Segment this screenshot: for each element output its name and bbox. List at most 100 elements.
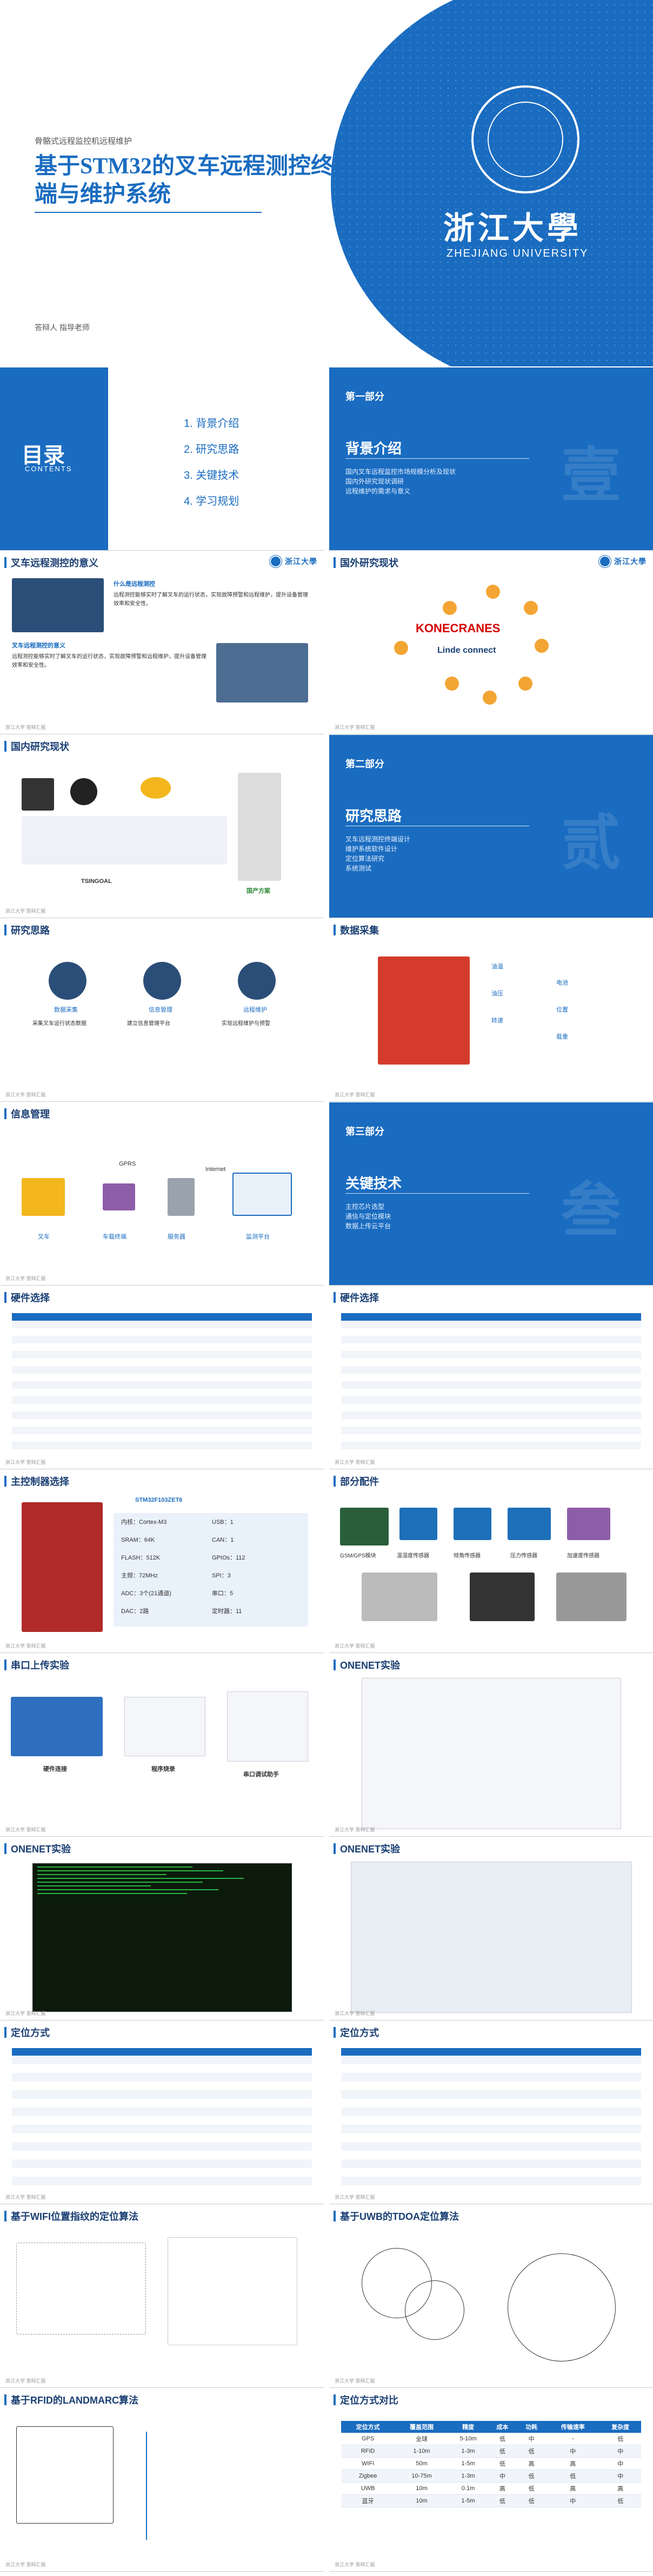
factory-photo <box>216 643 308 702</box>
table-cell: 低 <box>488 2494 517 2507</box>
body-text: 远程测控能够实时了解叉车的运行状态，实现故障预警和远程维护，提升设备管理效率和安… <box>114 592 308 607</box>
table-cell: Zigbee <box>341 2470 395 2483</box>
table-cell: 5-10m <box>448 2433 488 2445</box>
footer: 浙江大学 答辩汇报 <box>5 725 46 730</box>
part-item: 国内叉车远程监控市场规模分析及现状 <box>345 468 456 476</box>
cover-subtitle: 骨骼式远程监控机远程维护 <box>35 137 132 146</box>
university-seal-icon <box>471 85 579 193</box>
location-table <box>341 2048 641 2192</box>
table-cell: 蓝牙 <box>341 2494 395 2507</box>
device-photo <box>22 778 54 811</box>
table-cell: 高 <box>546 2457 600 2470</box>
table-cell: 中 <box>517 2433 547 2445</box>
sensor-label: 转速 <box>491 1018 503 1024</box>
part-label: 压力传感器 <box>510 1553 537 1559</box>
table-cell: 低 <box>599 2494 641 2507</box>
part-title: 研究思路 <box>345 808 402 824</box>
footer: 浙江大学 答辩汇报 <box>5 2011 46 2016</box>
sensor-photo <box>556 1573 627 1621</box>
part-item: 定位算法研究 <box>345 855 385 862</box>
idea-heading: 信息管理 <box>149 1007 172 1013</box>
table-header: 传输速率 <box>546 2421 600 2433</box>
part-item: 系统测试 <box>345 865 372 872</box>
spec-item: CAN：1 <box>212 1537 234 1543</box>
table-cell: 低 <box>488 2445 517 2458</box>
part-item: 叉车远程测控终端设计 <box>345 835 411 843</box>
table-cell: 1-5m <box>448 2494 488 2507</box>
footer: 浙江大学 答辩汇报 <box>335 1643 375 1649</box>
landmarc-grid-diagram <box>16 2426 114 2524</box>
table-cell: 高 <box>517 2457 547 2470</box>
hw1-slide: 硬件选择 浙江大学 答辩汇报 <box>0 1286 324 1469</box>
table-row: WIFI 50m 1-5m 低高高中 <box>341 2457 641 2470</box>
forklift-icon <box>22 1178 65 1216</box>
rfid-slide: 基于RFID的LANDMARC算法 浙江大学 答辩汇报 <box>0 2388 324 2572</box>
server-icon <box>168 1178 195 1216</box>
table-cell: 1-3m <box>448 2445 488 2458</box>
part-item: 通信与定位模块 <box>345 1213 391 1220</box>
helmet-photo <box>141 777 171 799</box>
table-header: 复杂度 <box>599 2421 641 2433</box>
wifi-slide: 基于WIFI位置指纹的定位算法 浙江大学 答辩汇报 <box>0 2205 324 2388</box>
slide-title: 主控制器选择 <box>11 1476 69 1487</box>
loc2-slide: 定位方式 浙江大学 答辩汇报 <box>329 2021 653 2204</box>
table-cell: 全球 <box>395 2433 449 2445</box>
brand-logo: Linde connect <box>437 646 496 655</box>
part-label: 倾角传感器 <box>454 1553 481 1559</box>
spec-item: 内核：Cortex-M3 <box>121 1519 167 1525</box>
terminal-icon <box>103 1183 135 1210</box>
domestic-slide: 国内研究现状 TSINGOAL 国产方案 浙江大学 答辩汇报 <box>0 735 324 918</box>
step-label: 程序烧录 <box>151 1766 175 1772</box>
presentation-deck: 骨骼式远程监控机远程维护 基于STM32的叉车远程测控终端与维护系统 答辩人 指… <box>0 0 653 2576</box>
table-cell: 1-10m <box>395 2445 449 2458</box>
footer: 浙江大学 答辩汇报 <box>5 1643 46 1649</box>
footer: 浙江大学 答辩汇报 <box>5 1276 46 1281</box>
slide-title: 基于WIFI位置指纹的定位算法 <box>11 2211 138 2222</box>
idea-slide: 研究思路 数据采集 信息管理 远程维护 采集叉车运行状态数据 建立信息管理平台 … <box>0 919 324 1102</box>
table-cell: 低 <box>517 2494 547 2507</box>
idea-icon <box>49 962 86 1000</box>
footer: 浙江大学 答辩汇报 <box>335 2378 375 2384</box>
toc-item[interactable]: 3. 关键技术 <box>184 463 239 489</box>
table-cell: 1-5m <box>448 2457 488 2470</box>
formula-block <box>146 2432 308 2540</box>
node-label: 车载终端 <box>103 1234 126 1240</box>
table-row: 蓝牙 10m 1-5m 低低中低 <box>341 2494 641 2507</box>
slide-title: 硬件选择 <box>11 1293 50 1303</box>
slide-title: 国外研究现状 <box>340 558 398 568</box>
toc-item[interactable]: 4. 学习规划 <box>184 489 239 514</box>
toc-item[interactable]: 1. 背景介绍 <box>184 411 239 437</box>
table-row: UWB 10m 0.1m 高低高高 <box>341 2482 641 2495</box>
spec-item: DAC：2路 <box>121 1608 149 1615</box>
uwb-slide: 基于UWB的TDOA定位算法 浙江大学 答辩汇报 <box>329 2205 653 2388</box>
zju-logo-icon <box>599 556 611 567</box>
sensor-label: 载重 <box>556 1034 568 1040</box>
table-cell: 中 <box>488 2470 517 2483</box>
slide-title: ONENET实验 <box>340 1660 401 1671</box>
table-cell: GPS <box>341 2433 395 2445</box>
table-header: 精度 <box>448 2421 488 2433</box>
part-item: 远程维护的需求与意义 <box>345 487 411 495</box>
part-item: 数据上传云平台 <box>345 1222 391 1230</box>
cover-blue-panel <box>331 0 653 366</box>
fingerprint-grid-diagram <box>16 2243 146 2334</box>
parts-slide: 部分配件 GSM/GPS模块 温湿度传感器 倾角传感器 压力传感器 加速度传感器… <box>329 1470 653 1653</box>
part-label: 第二部分 <box>345 759 384 770</box>
slide-title: 研究思路 <box>11 925 50 936</box>
slide-title: 定位方式对比 <box>340 2395 398 2406</box>
part3-slide: 第三部分 关键技术 主控芯片选型 通信与定位模块 数据上传云平台 叁 <box>329 1102 653 1286</box>
table-cell: 中 <box>599 2445 641 2458</box>
chip-name: STM32F103ZET6 <box>135 1497 183 1503</box>
toc-list: 1. 背景介绍 2. 研究思路 3. 关键技术 4. 学习规划 <box>184 411 239 514</box>
table-cell: RFID <box>341 2445 395 2458</box>
table-cell: 低 <box>599 2433 641 2445</box>
cover-slide: 骨骼式远程监控机远程维护 基于STM32的叉车远程测控终端与维护系统 答辩人 指… <box>0 0 653 366</box>
feature-icon <box>518 677 532 691</box>
node-label: 服务器 <box>168 1234 185 1240</box>
table-cell: 高 <box>599 2482 641 2495</box>
slide-title: 叉车远程测控的意义 <box>11 558 98 568</box>
toc-item[interactable]: 2. 研究思路 <box>184 437 239 463</box>
table-cell: 低 <box>488 2433 517 2445</box>
warehouse-diagram <box>22 816 227 865</box>
part1-slide: 第一部分 背景介绍 国内叉车远程监控市场规模分析及现状 国内外研究现状调研 远程维护… <box>329 367 653 551</box>
